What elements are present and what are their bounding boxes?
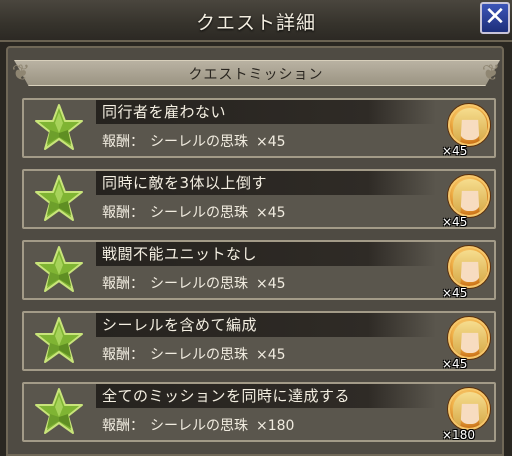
reward-count: ×45 (256, 347, 286, 363)
mission-name: 戦闘不能ユニットなし (96, 242, 436, 266)
star-icon (35, 388, 83, 434)
thumbnail-count: ×45 (442, 286, 468, 300)
mission-row: 全てのミッションを同時に達成する 報酬： シーレルの思珠 ×180 ×180 (22, 382, 496, 442)
section-title: クエストミッション (188, 67, 324, 83)
reward-item: シーレルの思珠 (150, 347, 248, 363)
reward-thumbnail[interactable]: ×45 (442, 104, 490, 158)
character-medal-icon (448, 175, 490, 217)
thumbnail-count: ×45 (442, 215, 468, 229)
mission-name: 全てのミッションを同時に達成する (96, 384, 436, 408)
star-badge (24, 242, 94, 298)
reward-item: シーレルの思珠 (150, 418, 248, 434)
page-title: クエスト詳細 (195, 12, 316, 34)
close-button[interactable]: ✕ (480, 2, 510, 34)
star-badge (24, 171, 94, 227)
character-medal-icon (448, 246, 490, 288)
mission-row: 同行者を雇わない 報酬： シーレルの思珠 ×45 ×45 (22, 98, 496, 158)
star-icon (35, 246, 83, 292)
reward-label: 報酬： (102, 276, 144, 292)
thumbnail-count: ×45 (442, 357, 468, 371)
reward-thumbnail[interactable]: ×180 (442, 388, 490, 442)
star-icon (35, 317, 83, 363)
mission-row: 同時に敵を3体以上倒す 報酬： シーレルの思珠 ×45 ×45 (22, 169, 496, 229)
reward-line: 報酬： シーレルの思珠 ×45 (102, 202, 286, 222)
reward-thumbnail[interactable]: ×45 (442, 317, 490, 371)
reward-label: 報酬： (102, 205, 144, 221)
reward-item: シーレルの思珠 (150, 276, 248, 292)
reward-thumbnail[interactable]: ×45 (442, 175, 490, 229)
reward-label: 報酬： (102, 347, 144, 363)
star-icon (35, 175, 83, 221)
reward-line: 報酬： シーレルの思珠 ×180 (102, 415, 294, 435)
mission-row: 戦闘不能ユニットなし 報酬： シーレルの思珠 ×45 ×45 (22, 240, 496, 300)
ornament-left-icon: ❦ (11, 61, 31, 86)
thumbnail-count: ×45 (442, 144, 468, 158)
mission-name: 同行者を雇わない (96, 100, 436, 124)
star-badge (24, 313, 94, 369)
character-medal-icon (448, 388, 490, 430)
reward-item: シーレルの思珠 (150, 205, 248, 221)
reward-line: 報酬： シーレルの思珠 ×45 (102, 273, 286, 293)
mission-name: シーレルを含めて編成 (96, 313, 436, 337)
ornament-right-icon: ❦ (481, 61, 501, 86)
star-badge (24, 384, 94, 440)
reward-label: 報酬： (102, 418, 144, 434)
close-icon: ✕ (484, 2, 506, 32)
star-icon (35, 104, 83, 150)
star-badge (24, 100, 94, 156)
reward-count: ×45 (256, 134, 286, 150)
reward-line: 報酬： シーレルの思珠 ×45 (102, 344, 286, 364)
mission-row: シーレルを含めて編成 報酬： シーレルの思珠 ×45 ×45 (22, 311, 496, 371)
reward-thumbnail[interactable]: ×45 (442, 246, 490, 300)
reward-line: 報酬： シーレルの思珠 ×45 (102, 131, 286, 151)
thumbnail-count: ×180 (442, 428, 475, 442)
reward-count: ×45 (256, 276, 286, 292)
reward-label: 報酬： (102, 134, 144, 150)
reward-count: ×45 (256, 205, 286, 221)
reward-item: シーレルの思珠 (150, 134, 248, 150)
character-medal-icon (448, 104, 490, 146)
character-medal-icon (448, 317, 490, 359)
mission-name: 同時に敵を3体以上倒す (96, 171, 436, 195)
reward-count: ×180 (256, 418, 295, 434)
title-bar: クエスト詳細 (0, 0, 512, 42)
